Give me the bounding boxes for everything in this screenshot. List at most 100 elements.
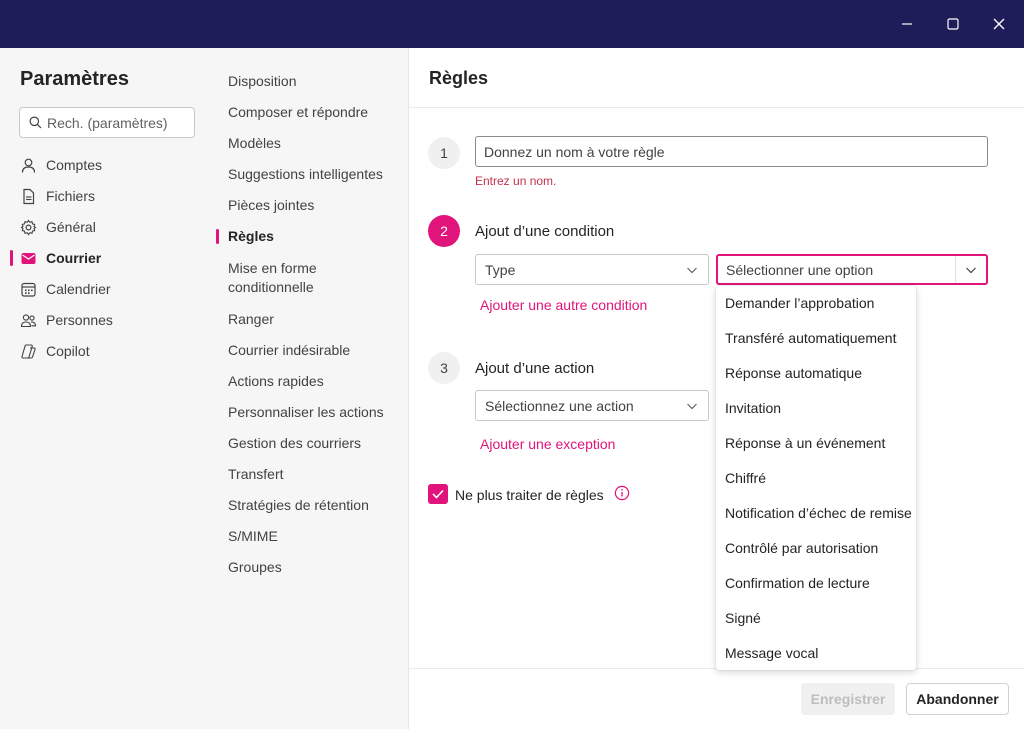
sidebar-item-label: Fichiers [46, 188, 96, 204]
option-label: Notification d’échec de remise [725, 505, 912, 521]
sidebar-item-comptes[interactable]: Comptes [0, 151, 210, 179]
subnav-item-transfert[interactable]: Transfert [228, 465, 403, 484]
sidebar-item-courrier[interactable]: Courrier [0, 244, 210, 272]
subnav-item-indesirable[interactable]: Courrier indésirable [228, 341, 403, 360]
active-indicator [10, 250, 13, 266]
option-label: Confirmation de lecture [725, 575, 870, 591]
option-reponse-automatique[interactable]: Réponse automatique [716, 356, 916, 391]
sidebar-item-copilot[interactable]: Copilot [0, 337, 210, 365]
sidebar-item-label: Courrier [46, 250, 102, 266]
subnav-item-groupes[interactable]: Groupes [228, 558, 403, 577]
info-icon[interactable] [614, 485, 630, 501]
option-label: Réponse automatique [725, 365, 862, 381]
checkmark-icon [432, 489, 444, 499]
subnav-item-modeles[interactable]: Modèles [228, 134, 403, 153]
option-label: Transféré automatiquement [725, 330, 897, 346]
sidebar-item-label: Copilot [46, 343, 90, 359]
action-select[interactable]: Sélectionnez une action [475, 390, 709, 421]
subnav-item-personnaliser[interactable]: Personnaliser les actions [228, 403, 403, 422]
option-label: Signé [725, 610, 761, 626]
option-demander-approbation[interactable]: Demander l’approbation [716, 286, 916, 321]
option-transfere-automatiquement[interactable]: Transféré automatiquement [716, 321, 916, 356]
option-label: Chiffré [725, 470, 766, 486]
option-reponse-evenement[interactable]: Réponse à un événement [716, 426, 916, 461]
settings-sidebar: Paramètres Comptes Fichiers Général Cour… [0, 48, 210, 729]
option-message-vocal[interactable]: Message vocal [716, 636, 916, 671]
close-button[interactable] [976, 6, 1022, 42]
close-icon [993, 18, 1005, 30]
option-label: Contrôlé par autorisation [725, 540, 879, 556]
option-chiffre[interactable]: Chiffré [716, 461, 916, 496]
minimize-icon [902, 23, 912, 25]
subnav-item-disposition[interactable]: Disposition [228, 72, 403, 91]
rule-name-field[interactable] [475, 136, 988, 167]
sidebar-item-label: Général [46, 219, 96, 235]
maximize-button[interactable] [930, 6, 976, 42]
subnav-item-label: Règles [228, 228, 274, 244]
option-signe[interactable]: Signé [716, 601, 916, 636]
copilot-icon [21, 344, 36, 359]
maximize-icon [947, 18, 959, 30]
condition-type-select[interactable]: Type [475, 254, 709, 285]
save-button[interactable]: Enregistrer [801, 683, 895, 715]
settings-window: Paramètres Comptes Fichiers Général Cour… [0, 0, 1024, 729]
option-controle-autorisation[interactable]: Contrôlé par autorisation [716, 531, 916, 566]
subnav-item-mise-en-forme[interactable]: Mise en forme conditionnelle [228, 259, 403, 297]
condition-option-select[interactable]: Sélectionner une option [716, 254, 988, 285]
sidebar-item-calendrier[interactable]: Calendrier [0, 275, 210, 303]
minimize-button[interactable] [884, 6, 930, 42]
chevron-down-icon [687, 267, 697, 274]
search-input[interactable] [47, 113, 187, 133]
sidebar-item-fichiers[interactable]: Fichiers [0, 182, 210, 210]
rule-name-input[interactable] [484, 142, 979, 162]
sidebar-item-label: Calendrier [46, 281, 111, 297]
subnav-item-actions-rapides[interactable]: Actions rapides [228, 372, 403, 391]
option-label: Message vocal [725, 645, 819, 661]
select-divider [955, 256, 956, 283]
settings-title: Paramètres [20, 68, 129, 90]
add-exception-link[interactable]: Ajouter une exception [480, 436, 615, 452]
cancel-button[interactable]: Abandonner [906, 683, 1009, 715]
step-2-label: Ajout d’une condition [475, 223, 615, 240]
settings-search[interactable] [19, 107, 195, 138]
subnav-item-gestion[interactable]: Gestion des courriers [228, 434, 403, 453]
subnav-item-composer[interactable]: Composer et répondre [228, 103, 403, 122]
subnav-item-ranger[interactable]: Ranger [228, 310, 403, 329]
condition-option-listbox: Demander l’approbation Transféré automat… [716, 286, 916, 670]
person-icon [21, 158, 36, 173]
mail-subnav: Disposition Composer et répondre Modèles… [210, 48, 409, 729]
step-2-badge: 2 [428, 215, 460, 247]
stop-processing-checkbox[interactable] [428, 484, 448, 504]
sidebar-item-label: Comptes [46, 157, 103, 173]
gear-icon [20, 219, 37, 236]
rule-name-error: Entrez un nom. [475, 174, 557, 188]
search-icon [29, 116, 42, 129]
chevron-down-icon [966, 267, 976, 274]
subnav-item-retention[interactable]: Stratégies de rétention [228, 496, 403, 515]
stop-processing-label: Ne plus traiter de règles [455, 487, 604, 503]
condition-type-value: Type [485, 262, 516, 278]
sidebar-item-personnes[interactable]: Personnes [0, 306, 210, 334]
subnav-item-smime[interactable]: S/MIME [228, 527, 403, 546]
page-title: Règles [429, 68, 489, 88]
sidebar-item-general[interactable]: Général [0, 213, 210, 241]
option-confirmation-lecture[interactable]: Confirmation de lecture [716, 566, 916, 601]
option-label: Invitation [725, 400, 782, 416]
action-value: Sélectionnez une action [485, 398, 634, 414]
option-notification-echec[interactable]: Notification d’échec de remise [716, 496, 916, 531]
subnav-item-pieces-jointes[interactable]: Pièces jointes [228, 196, 403, 215]
option-label: Demander l’approbation [725, 295, 875, 311]
condition-option-value: Sélectionner une option [726, 262, 874, 278]
step-3-label: Ajout d’une action [475, 360, 595, 377]
add-condition-link[interactable]: Ajouter une autre condition [480, 297, 647, 313]
sidebar-item-label: Personnes [46, 312, 113, 328]
option-invitation[interactable]: Invitation [716, 391, 916, 426]
mail-icon [21, 253, 36, 264]
title-bar [0, 0, 1024, 48]
subnav-item-regles[interactable]: Règles [216, 227, 403, 246]
subnav-item-suggestions[interactable]: Suggestions intelligentes [228, 165, 403, 184]
step-1-badge: 1 [428, 137, 460, 169]
chevron-down-icon [687, 403, 697, 410]
step-3-badge: 3 [428, 352, 460, 384]
file-icon [23, 188, 35, 205]
